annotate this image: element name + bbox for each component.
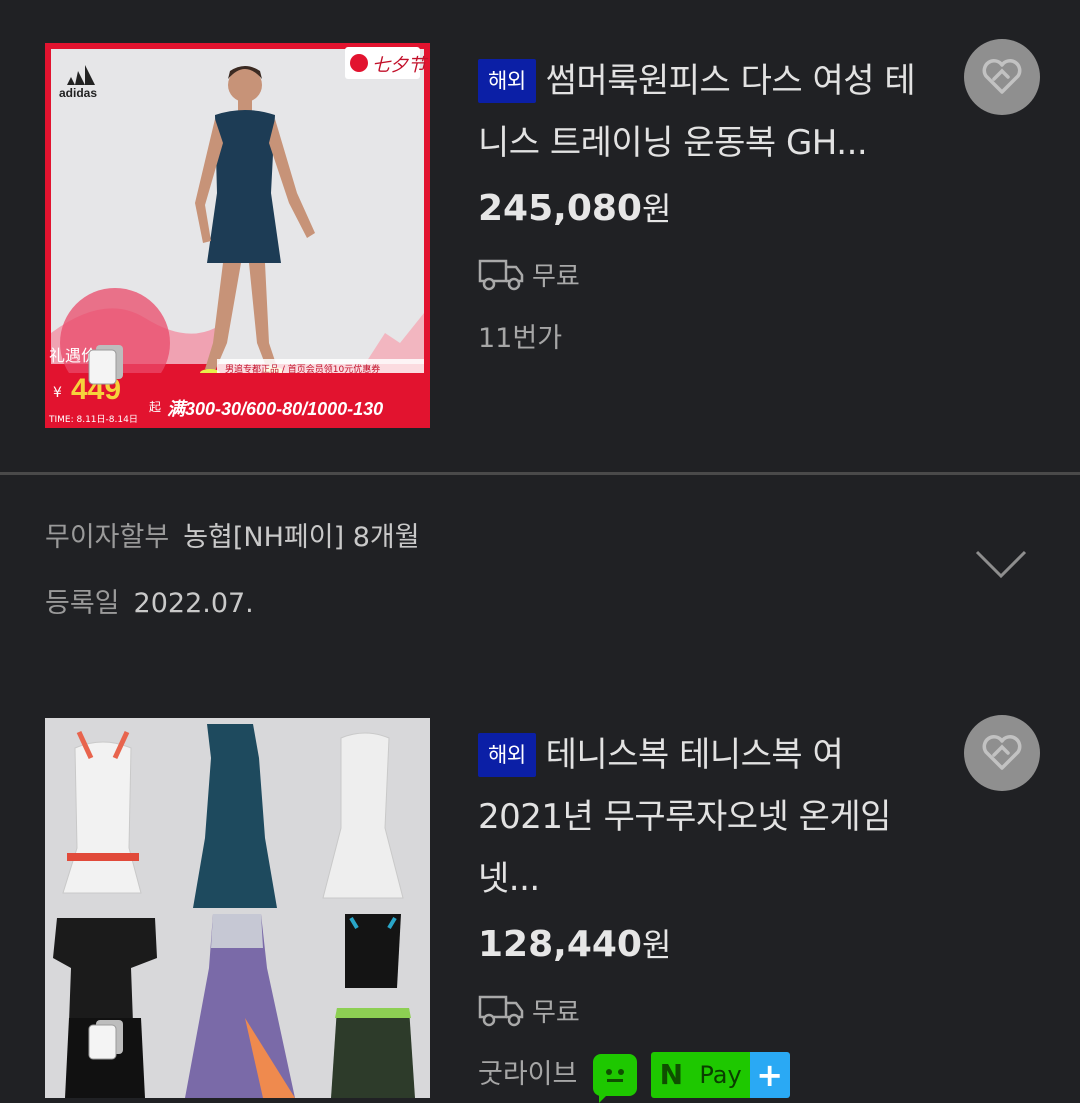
seller-row: 굿라이브 N Pay + — [478, 1052, 938, 1103]
naver-talk-icon[interactable] — [593, 1054, 638, 1103]
wishlist-button[interactable] — [964, 715, 1040, 791]
product-image-2[interactable] — [45, 718, 430, 1098]
installment-label: 무이자할부 — [45, 522, 170, 553]
shipping-fee: 무료 — [532, 997, 580, 1028]
registered-value: 2022.07. — [133, 588, 254, 619]
truck-icon — [478, 259, 524, 291]
svg-text:七夕节: 七夕节 — [372, 55, 429, 76]
svg-text:满300-30/600-80/1000-130: 满300-30/600-80/1000-130 — [167, 399, 383, 419]
product-price: 128,440원 — [478, 924, 672, 965]
truck-icon — [478, 995, 524, 1027]
shipping-info: 무료 — [478, 990, 938, 1030]
product-card-2[interactable]: 해외 테니스복 테니스복 여 2021년 무구루자오넷 온게임넷... 128,4… — [0, 700, 1080, 1103]
overseas-badge: 해외 — [478, 59, 536, 103]
shipping-info: 무료 — [478, 254, 938, 294]
heart-icon — [982, 735, 1022, 770]
heart-icon — [982, 59, 1022, 94]
product-info-2: 해외 테니스복 테니스복 여 2021년 무구루자오넷 온게임넷... 128,4… — [478, 724, 938, 1103]
svg-text:adidas: adidas — [59, 86, 97, 100]
product-image-1[interactable]: adidas 七夕节 男追专都正品 / 首页会员领10元优惠券 礼遇价 ¥ 44… — [45, 43, 430, 428]
overseas-badge: 해외 — [478, 733, 536, 777]
registered-label: 등록일 — [45, 588, 120, 619]
product-price: 245,080원 — [478, 188, 672, 229]
npay-logo: N Pay + — [651, 1052, 790, 1098]
installment-value: 농협[NH페이] 8개월 — [183, 522, 420, 553]
gallery-icon — [88, 1020, 123, 1060]
installment-row: 무이자할부 농협[NH페이] 8개월 — [45, 515, 420, 554]
svg-text:¥: ¥ — [53, 385, 62, 401]
seller-name: 굿라이브 — [478, 1059, 578, 1090]
shipping-fee: 무료 — [532, 261, 580, 292]
registered-row: 등록일 2022.07. — [45, 581, 254, 620]
product-title[interactable]: 해외 테니스복 테니스복 여 2021년 무구루자오넷 온게임넷... — [478, 724, 938, 910]
gallery-icon — [88, 345, 123, 385]
product-title[interactable]: 해외 썸머룩원피스 다스 여성 테니스 트레이닝 운동복 GH... — [478, 50, 938, 174]
wishlist-button[interactable] — [964, 39, 1040, 115]
product-detail-section: 무이자할부 농협[NH페이] 8개월 등록일 2022.07. — [0, 475, 1080, 700]
chevron-down-icon[interactable] — [974, 547, 1028, 581]
product-info-1: 해외 썸머룩원피스 다스 여성 테니스 트레이닝 운동복 GH... 245,08… — [478, 50, 938, 362]
svg-text:起: 起 — [149, 400, 161, 414]
seller-name: 11번가 — [478, 323, 563, 354]
svg-text:TIME: 8.11日-8.14日: TIME: 8.11日-8.14日 — [48, 414, 138, 425]
product-card-1[interactable]: adidas 七夕节 男追专都正品 / 首页会员领10元优惠券 礼遇价 ¥ 44… — [0, 0, 1080, 470]
